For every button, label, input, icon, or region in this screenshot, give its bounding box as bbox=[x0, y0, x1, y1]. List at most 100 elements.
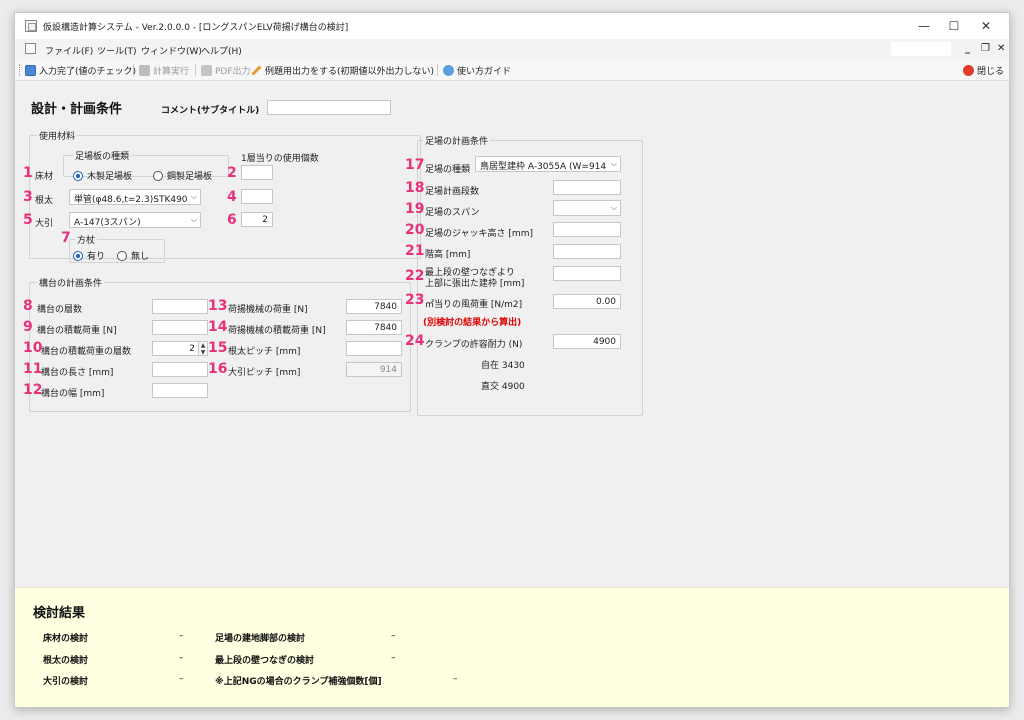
wind-load-label: ㎡当りの風荷重 [N/m2] bbox=[425, 300, 523, 310]
menu-tools[interactable]: ツール(T) bbox=[97, 44, 137, 57]
machine-payload-input[interactable]: 7840 bbox=[346, 320, 402, 335]
scaffold-span-select[interactable]: ⌵ bbox=[553, 200, 621, 216]
radio-dot-icon bbox=[73, 250, 83, 261]
badge-2: 2 bbox=[227, 165, 237, 181]
pdf-icon bbox=[201, 64, 212, 76]
obiki-select[interactable]: A-147(3スパン) ⌵ bbox=[69, 212, 201, 228]
neda-select-value: 単管(φ48.6,t=2.3)STK490 bbox=[74, 195, 188, 205]
floor-height-input[interactable] bbox=[553, 244, 621, 259]
mdi-minimize-button[interactable]: _ bbox=[965, 43, 970, 54]
neda-select[interactable]: 単管(φ48.6,t=2.3)STK490 ⌵ bbox=[69, 189, 201, 205]
spinner-arrows-icon[interactable]: ▲ ▼ bbox=[198, 342, 207, 355]
load-input[interactable] bbox=[152, 320, 208, 335]
calc-button[interactable]: 計算実行 bbox=[139, 63, 189, 77]
badge-6: 6 bbox=[227, 212, 237, 228]
close-form-button[interactable]: 閉じる bbox=[963, 63, 1004, 77]
badge-16: 16 bbox=[208, 361, 228, 377]
width-input[interactable] bbox=[152, 383, 208, 398]
form-area: 設計・計画条件 コメント(サブタイトル) 使用材料 足場板の種類 1層当りの使用… bbox=[15, 82, 1009, 587]
usage-2-input[interactable] bbox=[241, 165, 273, 180]
mdi-restore-button[interactable]: ❐ bbox=[981, 43, 990, 54]
chevron-down-icon: ⌵ bbox=[610, 203, 617, 212]
radio-steel-plank[interactable]: 鋼製足場板 bbox=[153, 169, 212, 182]
radio-wood-plank[interactable]: 木製足場板 bbox=[73, 169, 132, 182]
usage-title: 1層当りの使用個数 bbox=[241, 154, 319, 164]
chevron-down-icon: ⌵ bbox=[610, 159, 617, 168]
comment-label: コメント(サブタイトル) bbox=[161, 106, 260, 116]
results-title: 検討結果 bbox=[33, 606, 86, 621]
toolbar-separator bbox=[437, 64, 438, 76]
menu-window[interactable]: ウィンドウ(W) bbox=[141, 44, 202, 57]
badge-11: 11 bbox=[23, 361, 43, 377]
neda-check-value: – bbox=[179, 653, 184, 663]
radio-houzue-no[interactable]: 無し bbox=[117, 249, 149, 262]
stop-icon bbox=[963, 64, 974, 76]
radio-houzue-no-label: 無し bbox=[131, 252, 150, 262]
badge-1: 1 bbox=[23, 165, 33, 181]
scaffold-type-select[interactable]: 鳥居型建枠 A-3055A (W=914 ⌵ bbox=[475, 156, 621, 172]
badge-14: 14 bbox=[208, 319, 228, 335]
calculator-icon bbox=[139, 64, 150, 76]
clamp-capacity-input[interactable]: 4900 bbox=[553, 334, 621, 349]
mdi-child-icon[interactable] bbox=[25, 43, 36, 54]
comment-input[interactable] bbox=[267, 100, 391, 115]
radio-dot-icon bbox=[153, 170, 163, 181]
jack-height-input[interactable] bbox=[553, 222, 621, 237]
toolbar-separator bbox=[133, 64, 134, 76]
page-title: 設計・計画条件 bbox=[31, 102, 123, 117]
maximize-button[interactable]: ☐ bbox=[939, 17, 969, 35]
window-title: 仮設構造計算システム - Ver.2.0.0.0 - [ロングスパンELV荷揚げ… bbox=[43, 23, 349, 33]
pdf-button[interactable]: PDF出力 bbox=[201, 63, 251, 77]
obiki-pitch-label: 大引ピッチ [mm] bbox=[228, 368, 301, 378]
badge-17: 17 bbox=[405, 157, 425, 173]
layers-input[interactable] bbox=[152, 299, 208, 314]
edit-check-icon bbox=[25, 64, 36, 76]
machine-load-input[interactable]: 7840 bbox=[346, 299, 402, 314]
badge-19: 19 bbox=[405, 201, 425, 217]
badge-23: 23 bbox=[405, 292, 425, 308]
toolbar-separator bbox=[195, 64, 196, 76]
usage-4-input[interactable] bbox=[241, 189, 273, 204]
scaffold-stages-input[interactable] bbox=[553, 180, 621, 195]
radio-steel-plank-label: 鋼製足場板 bbox=[167, 172, 213, 182]
load-layers-value: 2 bbox=[189, 344, 195, 354]
toolbar-grip[interactable] bbox=[19, 64, 22, 76]
minimize-button[interactable]: — bbox=[909, 17, 939, 35]
width-label: 構台の幅 [mm] bbox=[41, 389, 105, 399]
floor-height-label: 階高 [mm] bbox=[425, 250, 471, 260]
usage-6-input[interactable]: 2 bbox=[241, 212, 273, 227]
load-layers-spinner[interactable]: 2 ▲ ▼ bbox=[152, 341, 208, 356]
menu-help[interactable]: ヘルプ(H) bbox=[201, 44, 242, 57]
materials-group-title: 使用材料 bbox=[37, 129, 78, 142]
example-output-button[interactable]: 例題用出力をする(初期値以外出力しない) bbox=[251, 63, 434, 77]
neda-pitch-input[interactable] bbox=[346, 341, 402, 356]
pencil-icon bbox=[251, 65, 262, 75]
badge-18: 18 bbox=[405, 180, 425, 196]
neda-pitch-label: 根太ピッチ [mm] bbox=[228, 347, 301, 357]
badge-21: 21 bbox=[405, 243, 425, 259]
guide-button[interactable]: 使い方ガイド bbox=[443, 63, 511, 77]
input-done-button[interactable]: 入力完了(値のチェック) bbox=[25, 63, 136, 77]
base-check-value: – bbox=[391, 631, 396, 641]
top-tie-input[interactable] bbox=[553, 266, 621, 281]
badge-12: 12 bbox=[23, 382, 43, 398]
length-input[interactable] bbox=[152, 362, 208, 377]
scaffold-type-label: 足場の種類 bbox=[425, 165, 471, 175]
clamp-capacity-label: クランプの許容耐力 (N) bbox=[425, 340, 523, 350]
menu-file[interactable]: ファイル(F) bbox=[45, 44, 93, 57]
badge-5: 5 bbox=[23, 212, 33, 228]
radio-dot-icon bbox=[73, 170, 83, 181]
tie-check-value: – bbox=[391, 653, 396, 663]
radio-houzue-yes[interactable]: 有り bbox=[73, 249, 105, 262]
wind-load-input[interactable]: 0.00 bbox=[553, 294, 621, 309]
mdi-close-button[interactable]: ✕ bbox=[997, 43, 1005, 54]
app-icon bbox=[25, 20, 37, 32]
close-button[interactable]: ✕ bbox=[971, 17, 1001, 35]
obiki-check-label: 大引の検討 bbox=[43, 677, 89, 687]
badge-3: 3 bbox=[23, 189, 33, 205]
results-panel: 検討結果 床材の検討 – 根太の検討 – 大引の検討 – 足場の建地脚部の検討 … bbox=[15, 587, 1009, 707]
clamp-free-text: 自在 3430 bbox=[481, 361, 525, 371]
plank-type-title: 足場板の種類 bbox=[73, 149, 132, 162]
input-done-label: 入力完了(値のチェック) bbox=[39, 66, 137, 77]
badge-9: 9 bbox=[23, 319, 33, 335]
